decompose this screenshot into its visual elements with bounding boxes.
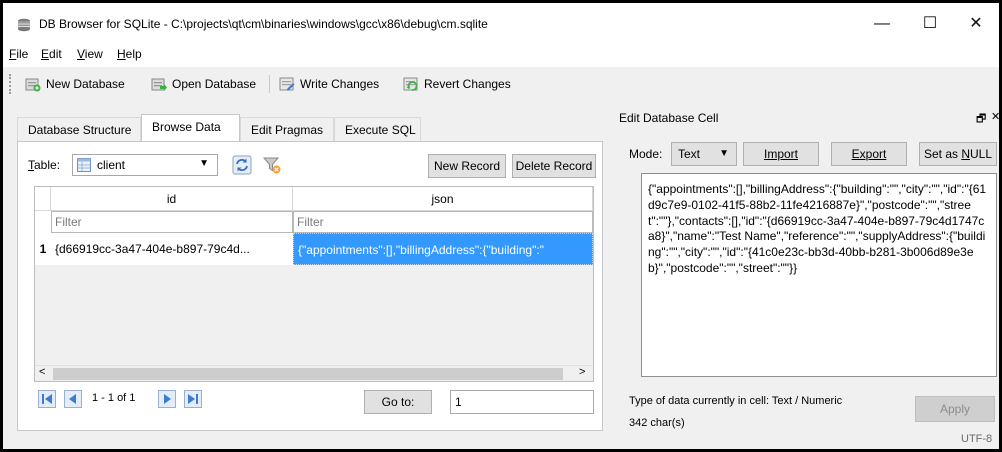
column-header-json[interactable]: json [293,187,593,211]
edit-cell-title: Edit Database Cell [619,111,719,125]
app-window: DB Browser for SQLite - C:\projects\qt\c… [3,3,999,449]
filter-input-id[interactable]: Filter [51,211,293,233]
cell-id[interactable]: {d66919cc-3a47-404e-b897-79c4d... [51,233,293,265]
tab-edit-pragmas[interactable]: Edit Pragmas [240,117,334,141]
toolbar-separator [269,75,270,93]
delete-record-button[interactable]: Delete Record [512,154,596,178]
export-button[interactable]: Export [831,142,907,166]
table-icon [77,158,91,172]
new-database-button[interactable]: New Database [25,73,125,95]
chevron-down-icon: ▼ [199,158,209,169]
first-record-icon[interactable] [38,390,56,408]
mode-label: Mode: [629,147,663,161]
filter-row-header [35,211,51,233]
main-toolbar: New Database Open Database Write Changes [3,69,999,99]
float-dock-icon[interactable]: 🗗 [976,110,986,129]
window-title: DB Browser for SQLite - C:\projects\qt\c… [39,17,488,31]
last-record-icon[interactable] [184,390,202,408]
clear-filters-icon[interactable] [262,155,282,175]
close-button[interactable]: ✕ [953,9,999,39]
menu-help[interactable]: Help [117,47,142,61]
new-database-icon [25,78,41,92]
write-changes-icon [279,77,295,91]
toolbar-grip[interactable] [9,74,12,94]
import-button[interactable]: Import [743,142,819,166]
scroll-right-arrow[interactable]: > [579,366,585,378]
scroll-left-arrow[interactable]: < [39,366,45,378]
set-as-null-button[interactable]: Set as NULL [919,142,997,166]
tab-execute-sql[interactable]: Execute SQL [334,117,421,141]
title-bar: DB Browser for SQLite - C:\projects\qt\c… [3,3,999,43]
data-grid: id json Filter Filter 1 {d66919cc-3a47-4… [34,186,594,382]
open-database-button[interactable]: Open Database [151,73,256,95]
new-record-button[interactable]: New Record [428,154,506,178]
mode-select[interactable]: Text ▼ [671,142,737,166]
previous-record-icon[interactable] [64,390,82,408]
cell-editor-textarea[interactable]: {"appointments":[],"billingAddress":{"bu… [641,173,997,377]
scrollbar-thumb[interactable] [53,368,563,380]
goto-button[interactable]: Go to: [364,390,432,414]
column-header-id[interactable]: id [51,187,293,211]
edit-cell-dock-title: Edit Database Cell 🗗 ✕ [619,107,999,129]
write-changes-button[interactable]: Write Changes [279,73,379,95]
tab-browse-data[interactable]: Browse Data [141,114,240,141]
revert-changes-button[interactable]: Revert Changes [403,73,511,95]
table-select[interactable]: client ▼ [72,154,218,176]
menu-edit[interactable]: Edit [41,47,62,61]
refresh-icon[interactable] [232,155,252,175]
database-app-icon [18,18,30,32]
open-database-icon [151,78,167,91]
table-label: Table: [28,158,61,172]
chevron-down-icon: ▼ [719,148,729,159]
cell-json-selected[interactable]: {"appointments":[],"billingAddress":{"bu… [293,233,593,265]
menu-bar: File Edit View Help [3,43,999,67]
row-number[interactable]: 1 [35,233,51,265]
horizontal-scrollbar[interactable]: < > [35,365,593,381]
menu-view[interactable]: View [77,47,103,61]
char-count: 342 char(s) [629,417,685,429]
record-range: 1 - 1 of 1 [92,392,136,404]
goto-input[interactable]: 1 [450,390,594,414]
close-dock-icon[interactable]: ✕ [991,110,999,123]
browse-data-panel: Table: client ▼ New Record Delete Record… [17,141,603,431]
tab-database-structure[interactable]: Database Structure [17,117,141,141]
minimize-button[interactable]: — [859,9,905,39]
data-type-info: Type of data currently in cell: Text / N… [629,395,843,407]
encoding-status: UTF-8 [961,433,993,445]
row-header-corner [35,187,51,211]
next-record-icon[interactable] [158,390,176,408]
table-select-value: client [97,158,126,172]
menu-file[interactable]: File [9,47,28,61]
filter-input-json[interactable]: Filter [293,211,593,233]
apply-button[interactable]: Apply [915,396,995,422]
revert-changes-icon [403,77,418,91]
maximize-button[interactable]: ☐ [907,9,953,39]
